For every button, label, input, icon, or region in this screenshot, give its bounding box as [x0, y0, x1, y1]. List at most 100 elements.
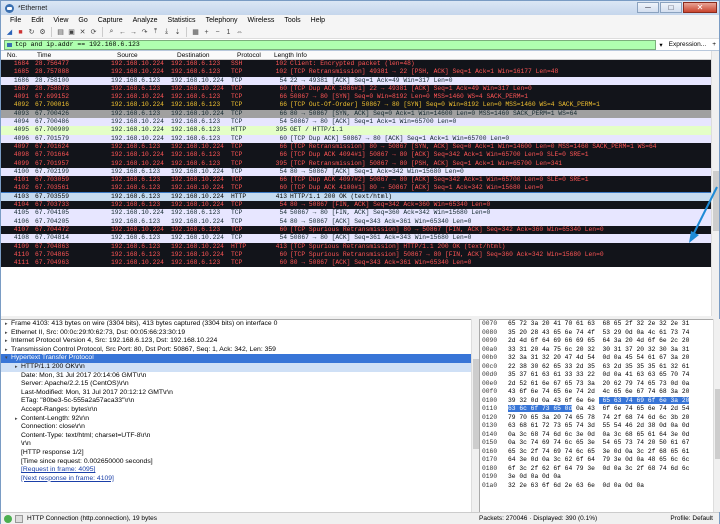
hex-row[interactable]: 0140 0a 3c 68 74 6d 6c 3e 0d 0a 3c 68 65 …: [480, 431, 713, 440]
menu-item-wireless[interactable]: Wireless: [242, 15, 279, 26]
packet-row[interactable]: 4095 67.700909 192.168.10.224 192.168.6.123…: [1, 126, 713, 135]
packet-row[interactable]: 4100 67.702199 192.168.6.123 192.168.10.224…: [1, 167, 713, 177]
normal-size-icon[interactable]: 1: [224, 28, 233, 37]
hex-row[interactable]: 00a0 33 31 20 4a 75 6c 20 32 30 31 37 20 …: [480, 346, 713, 355]
packet-row[interactable]: 4105 67.704105 192.168.10.224 192.168.6.123…: [1, 209, 713, 218]
find-icon[interactable]: ⌕: [107, 28, 116, 37]
maximize-button[interactable]: □: [660, 2, 682, 13]
detail-text[interactable]: [Next response in frame: 4109]: [21, 475, 114, 482]
packet-row[interactable]: 4092 67.700016 192.168.10.224 192.168.6.123…: [1, 101, 713, 110]
hex-row[interactable]: 0100 39 32 0d 0a 43 6f 6e 6e 65 63 74 69 …: [480, 396, 713, 406]
hex-bytes[interactable]: 0a 3c 74 69 74 6c 65 3e 54 65 73 74 20 5…: [508, 439, 689, 448]
packet-row[interactable]: 4103 67.703559 192.168.6.123 192.168.10.224…: [1, 191, 713, 203]
column-header-time[interactable]: Time: [31, 51, 111, 59]
packet-row[interactable]: 4101 67.703059 192.168.6.123 192.168.10.224…: [1, 176, 713, 185]
forward-icon[interactable]: →: [129, 28, 138, 37]
hex-row[interactable]: 00e0 2d 52 61 6e 67 65 73 3a 20 62 79 74 …: [480, 380, 713, 389]
packet-row[interactable]: 4104 67.703733 192.168.6.123 192.168.10.224…: [1, 201, 713, 210]
packet-row[interactable]: 4111 67.704963 192.168.10.224 192.168.6.123…: [1, 259, 713, 268]
column-header-destination[interactable]: Destination: [171, 51, 231, 59]
hex-bytes[interactable]: 0a 3c 68 74 6d 6c 3e 0d 0a 3c 68 65 61 6…: [508, 431, 689, 440]
hex-bytes[interactable]: 39 32 0d 0a 43 6f 6e 6e 65 63 74 69 6f 6…: [508, 396, 690, 406]
menu-item-tools[interactable]: Tools: [279, 15, 305, 26]
hex-bytes[interactable]: 35 37 61 63 61 33 33 22 0d 0a 41 63 63 6…: [508, 371, 689, 380]
menu-item-view[interactable]: View: [48, 15, 73, 26]
detail-tree-row[interactable]: [Request in frame: 4095]: [1, 466, 473, 475]
status-profile[interactable]: Profile: Default: [639, 515, 719, 522]
hex-bytes[interactable]: 22 38 30 62 65 33 2d 35 63 2d 35 35 35 6…: [508, 363, 689, 372]
close-button[interactable]: ✕: [683, 2, 717, 13]
last-icon[interactable]: ⤓: [162, 28, 171, 37]
menu-item-file[interactable]: File: [5, 15, 26, 26]
restart-icon[interactable]: ↻: [27, 28, 36, 37]
hex-bytes[interactable]: 6f 3c 2f 62 6f 64 79 3e 0d 0a 3c 2f 68 7…: [508, 465, 689, 474]
menu-item-help[interactable]: Help: [306, 15, 330, 26]
detail-tree-row[interactable]: Connection: close\r\n: [1, 423, 473, 432]
hex-bytes[interactable]: 32 2e 63 6f 6d 2e 63 6e 0d 0a 0d 0a: [508, 482, 644, 491]
packet-row[interactable]: 4097 67.701624 192.168.6.123 192.168.10.224…: [1, 142, 713, 152]
hex-bytes[interactable]: 2d 4d 6f 64 69 66 69 65 64 3a 20 4d 6f 6…: [508, 337, 689, 346]
column-header-length[interactable]: Length: [268, 51, 294, 59]
hex-bytes[interactable]: 63 68 61 72 73 65 74 3d 55 54 46 2d 38 0…: [508, 422, 689, 431]
packet-row[interactable]: 1684 28.756477 192.168.10.224 192.168.6.123…: [1, 60, 713, 69]
hex-bytes[interactable]: 79 70 65 3a 20 74 65 78 74 2f 68 74 6d 6…: [508, 414, 689, 423]
packet-row[interactable]: 4094 67.700486 192.168.10.224 192.168.6.123…: [1, 118, 713, 127]
display-filter-input[interactable]: tcp and ip.addr == 192.168.6.123: [4, 39, 657, 50]
packet-row[interactable]: 4091 67.699152 192.168.10.224 192.168.6.123…: [1, 93, 713, 102]
detail-tree-row[interactable]: ETag: "80be3-5c-555a2a57aca33"\r\n: [1, 397, 473, 406]
detail-tree-row[interactable]: ▸ Ethernet II, Src: 00:0c:29:f0:62:73, Ds…: [1, 329, 473, 338]
menu-item-statistics[interactable]: Statistics: [163, 15, 201, 26]
packet-row[interactable]: 4108 67.704814 192.168.6.123 192.168.10.224…: [1, 234, 713, 243]
expert-info-icon[interactable]: [15, 514, 23, 523]
detail-tree-row[interactable]: ▸ Frame 4103: 413 bytes on wire (3304 bit…: [1, 320, 473, 329]
detail-tree-row[interactable]: Date: Mon, 31 Jul 2017 20:14:06 GMT\r\n: [1, 372, 473, 381]
hex-row[interactable]: 0090 2d 4d 6f 64 69 66 69 65 64 3a 20 4d …: [480, 337, 713, 346]
packet-row[interactable]: 4106 67.704205 192.168.6.123 192.168.10.224…: [1, 217, 713, 226]
close-file-icon[interactable]: ✕: [78, 28, 87, 37]
detail-tree-row[interactable]: Accept-Ranges: bytes\r\n: [1, 406, 473, 415]
zoom-in-icon[interactable]: +: [202, 28, 211, 37]
detail-tree-row[interactable]: [HTTP response 1/2]: [1, 449, 473, 458]
hex-row[interactable]: 0180 6f 3c 2f 62 6f 64 79 3e 0d 0a 3c 2f …: [480, 465, 713, 474]
packet-row[interactable]: 4099 67.701957 192.168.10.224 192.168.6.123…: [1, 159, 713, 168]
detail-tree-row[interactable]: Server: Apache/2.2.15 (CentOS)\r\n: [1, 380, 473, 389]
menu-item-go[interactable]: Go: [73, 15, 92, 26]
hex-row[interactable]: 0110 63 6c 6f 73 65 0d 0a 43 6f 6e 74 65 …: [480, 405, 713, 414]
column-header-source[interactable]: Source: [111, 51, 171, 59]
detail-tree-row[interactable]: ▸ HTTP/1.1 200 OK\r\n: [1, 362, 473, 372]
open-icon[interactable]: ▤: [56, 28, 65, 37]
detail-tree-row[interactable]: [Time since request: 0.002650000 seconds…: [1, 458, 473, 467]
add-filter-button[interactable]: +: [709, 41, 719, 48]
packet-row[interactable]: 1686 28.758100 192.168.6.123 192.168.10.224…: [1, 76, 713, 85]
menu-item-edit[interactable]: Edit: [26, 15, 48, 26]
column-header-info[interactable]: Info: [290, 51, 713, 59]
detail-text[interactable]: [Request in frame: 4095]: [21, 466, 95, 473]
detail-tree-row[interactable]: ▸ Internet Protocol Version 4, Src: 192.1…: [1, 337, 473, 346]
packet-list-scrollbar[interactable]: [711, 51, 719, 316]
details-scrollbar[interactable]: [471, 319, 479, 512]
packet-row[interactable]: 4102 67.703561 192.168.6.123 192.168.10.224…: [1, 184, 713, 193]
hex-bytes[interactable]: 65 3c 2f 74 69 74 6c 65 3e 0d 0a 3c 2f 6…: [508, 448, 689, 457]
detail-tree-row[interactable]: ▸ Content-Length: 92\r\n: [1, 415, 473, 424]
hex-bytes[interactable]: 63 6c 6f 73 65 0d 0a 43 6f 6e 74 65 6e 7…: [508, 405, 689, 414]
hex-bytes[interactable]: 33 31 20 4a 75 6c 20 32 30 31 37 20 32 3…: [508, 346, 689, 355]
hex-bytes[interactable]: 65 72 3a 20 41 70 61 63 68 65 2f 32 2e 3…: [508, 320, 689, 329]
packet-row[interactable]: 4107 67.704472 192.168.10.224 192.168.6.123…: [1, 225, 713, 235]
colorize-icon[interactable]: ▦: [191, 28, 200, 37]
packet-row[interactable]: 4110 67.704865 192.168.6.123 192.168.10.224…: [1, 250, 713, 260]
bytes-scrollbar[interactable]: [713, 319, 720, 512]
hex-row[interactable]: 0080 35 20 28 43 65 6e 74 4f 53 29 0d 0a …: [480, 329, 713, 338]
hex-row[interactable]: 0130 63 68 61 72 73 65 74 3d 55 54 46 2d …: [480, 422, 713, 431]
menu-item-telephony[interactable]: Telephony: [201, 15, 243, 26]
bytes-scroll-thumb[interactable]: [715, 389, 720, 459]
column-header-protocol[interactable]: Protocol: [231, 51, 268, 59]
jump-icon[interactable]: ↷: [140, 28, 149, 37]
detail-tree-row[interactable]: ▾ Hypertext Transfer Protocol: [1, 354, 473, 363]
hex-row[interactable]: 0160 65 3c 2f 74 69 74 6c 65 3e 0d 0a 3c …: [480, 448, 713, 457]
hex-row[interactable]: 01a0 32 2e 63 6f 6d 2e 63 6e 0d 0a 0d 0a: [480, 482, 713, 491]
hex-row[interactable]: 0150 0a 3c 74 69 74 6c 65 3e 54 65 73 74 …: [480, 439, 713, 448]
detail-tree-row[interactable]: [Next response in frame: 4109]: [1, 475, 473, 484]
hex-row[interactable]: 0070 65 72 3a 20 41 70 61 63 68 65 2f 32 …: [480, 320, 713, 329]
hex-bytes[interactable]: 2d 52 61 6e 67 65 73 3a 20 62 79 74 65 7…: [508, 380, 689, 389]
save-icon[interactable]: ▣: [67, 28, 76, 37]
